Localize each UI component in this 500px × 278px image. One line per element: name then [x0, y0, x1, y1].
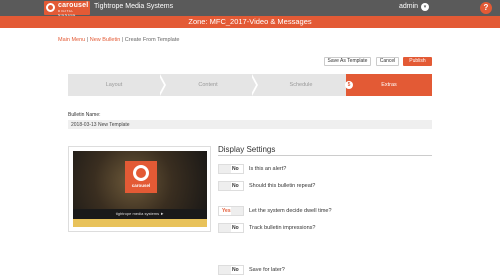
help-icon[interactable]: ?: [480, 2, 492, 14]
toggle-value: Yes: [222, 208, 231, 214]
repeat-question: Should this bulletin repeat?: [249, 183, 316, 189]
toggle-knob: [219, 182, 231, 190]
logo-text: carousel: [58, 2, 89, 9]
save-later-toggle[interactable]: No: [218, 265, 244, 275]
step-number-badge: 5: [345, 81, 353, 89]
cancel-button[interactable]: Cancel: [376, 57, 399, 66]
logo-ring-icon: [133, 165, 149, 181]
preview-logo-text: carousel: [131, 183, 151, 188]
repeat-toggle[interactable]: No: [218, 181, 244, 191]
toggle-value: No: [232, 166, 239, 172]
divider: [218, 155, 432, 156]
preview-caption: tightrope media systems ►: [115, 211, 165, 216]
preview-screen: carousel tightrope media systems ►: [73, 151, 207, 227]
toggle-knob: [219, 224, 231, 232]
top-bar: carousel DIGITAL SIGNAGE Tightrope Media…: [0, 0, 500, 17]
bulletin-preview: carousel tightrope media systems ►: [68, 146, 211, 232]
breadcrumb: Main Menu | New Bulletin | Create From T…: [58, 37, 179, 43]
organization-name: Tightrope Media Systems: [94, 3, 174, 10]
toggle-knob: [231, 207, 243, 215]
publish-button[interactable]: Publish: [403, 57, 432, 66]
dwell-time-question: Let the system decide dwell time?: [249, 208, 332, 214]
preview-logo: carousel: [125, 161, 157, 193]
bulletin-name-input[interactable]: [68, 120, 432, 129]
save-as-template-button[interactable]: Save As Template: [324, 57, 371, 66]
chevron-down-icon[interactable]: ▾: [421, 3, 429, 11]
display-settings-title: Display Settings: [218, 145, 276, 154]
toggle-value: No: [232, 183, 239, 189]
step-extras: Extras: [381, 82, 397, 88]
toggle-value: No: [232, 267, 239, 273]
toggle-knob: [219, 266, 231, 274]
toggle-knob: [219, 165, 231, 173]
step-content[interactable]: Content: [164, 74, 252, 96]
user-menu-label[interactable]: admin: [399, 3, 418, 10]
logo-ring-icon: [46, 3, 55, 12]
breadcrumb-main-menu[interactable]: Main Menu: [58, 37, 85, 43]
preview-caption-strip: tightrope media systems ►: [73, 209, 207, 219]
impressions-toggle[interactable]: No: [218, 223, 244, 233]
breadcrumb-new-bulletin[interactable]: New Bulletin: [90, 37, 121, 43]
alert-question: Is this an alert?: [249, 166, 287, 172]
step-extras-active[interactable]: Extras: [346, 74, 432, 96]
zone-bar: Zone: MFC_2017-Video & Messages: [0, 16, 500, 28]
zone-title: Zone: MFC_2017-Video & Messages: [188, 17, 312, 26]
carousel-logo[interactable]: carousel DIGITAL SIGNAGE: [44, 1, 90, 17]
step-layout[interactable]: Layout: [68, 74, 160, 96]
toggle-value: No: [232, 225, 239, 231]
preview-bottom-bar: [73, 219, 207, 227]
breadcrumb-current: Create From Template: [124, 37, 180, 43]
bulletin-name-label: Bulletin Name:: [68, 112, 101, 118]
dwell-time-toggle[interactable]: Yes: [218, 206, 244, 216]
step-schedule[interactable]: Schedule: [256, 74, 346, 96]
step-wizard: Layout Content Schedule Extras 5: [68, 74, 432, 96]
impressions-question: Track bulletin impressions?: [249, 225, 316, 231]
alert-toggle[interactable]: No: [218, 164, 244, 174]
save-later-question: Save for later?: [249, 267, 285, 273]
